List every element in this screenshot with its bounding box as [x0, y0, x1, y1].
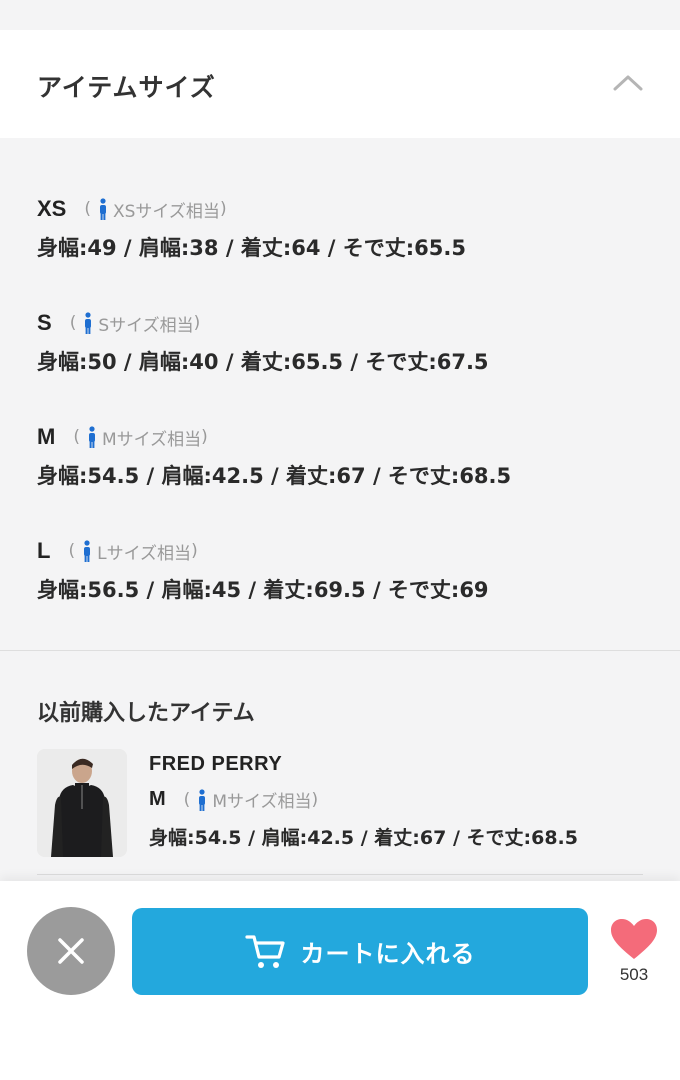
paren-close: ) [201, 427, 208, 447]
size-equivalent: ( Mサイズ相当 ) [178, 787, 318, 812]
favorite-count: 503 [619, 965, 649, 984]
add-to-cart-button[interactable]: カートに入れる [132, 908, 588, 995]
previous-purchase-section: 以前購入したアイテム FRED PERRY M ( Mサイズ相当 ) 身幅:54… [0, 651, 680, 881]
previous-measurements: 身幅:54.5 / 肩幅:42.5 / 着丈:67 / そで丈:68.5 [149, 827, 578, 849]
size-equivalent: ( Lサイズ相当 ) [62, 539, 198, 564]
paren-open: ( [183, 789, 191, 810]
person-icon [88, 426, 95, 448]
person-icon [85, 312, 92, 334]
size-label: S [37, 310, 52, 335]
paren-open: ( [68, 541, 76, 561]
previous-size-row: M ( Mサイズ相当 ) [149, 787, 318, 812]
size-equivalent-text: Lサイズ相当 [97, 543, 192, 564]
size-row-l: L ( Lサイズ相当 ) 身幅:56.5 / 肩幅:45 / 着丈:69.5 /… [37, 536, 489, 604]
list-divider [37, 874, 643, 875]
paren-open: ( [69, 313, 77, 333]
size-label: M [149, 788, 166, 810]
previous-purchase-title: 以前購入したアイテム [37, 701, 255, 726]
paren-close: ) [219, 199, 227, 219]
add-to-cart-label: カートに入れる [300, 940, 476, 968]
size-equivalent-text: Mサイズ相当 [212, 792, 312, 812]
heart-icon [611, 919, 657, 959]
size-measurements: 身幅:50 / 肩幅:40 / 着丈:65.5 / そで丈:67.5 [37, 350, 489, 374]
size-label: L [37, 538, 51, 563]
person-icon [100, 198, 106, 220]
size-measurements: 身幅:56.5 / 肩幅:45 / 着丈:69.5 / そで丈:69 [37, 578, 489, 602]
paren-close: ) [311, 789, 319, 810]
person-icon [84, 540, 91, 562]
favorite-button[interactable]: 503 [606, 917, 662, 985]
size-list: XS ( XSサイズ相当 ) 身幅:49 / 肩幅:38 / 着丈:64 / そ… [0, 138, 680, 650]
section-title: アイテムサイズ [37, 73, 216, 102]
size-equivalent-text: XSサイズ相当 [113, 201, 220, 222]
size-measurements: 身幅:54.5 / 肩幅:42.5 / 着丈:67 / そで丈:68.5 [37, 464, 512, 488]
product-thumbnail-image [37, 749, 127, 857]
paren-close: ) [193, 313, 201, 333]
size-equivalent-text: Mサイズ相当 [101, 429, 202, 450]
product-brand: FRED PERRY [149, 753, 283, 775]
size-row-s: S ( Sサイズ相当 ) 身幅:50 / 肩幅:40 / 着丈:65.5 / そ… [37, 308, 489, 376]
size-equivalent: ( Sサイズ相当 ) [64, 311, 201, 336]
size-measurements: 身幅:49 / 肩幅:38 / 着丈:64 / そで丈:65.5 [37, 236, 466, 260]
chevron-up-icon[interactable] [612, 72, 644, 92]
size-row-xs: XS ( XSサイズ相当 ) 身幅:49 / 肩幅:38 / 着丈:64 / そ… [37, 194, 466, 262]
person-icon [199, 788, 206, 811]
paren-open: ( [73, 427, 80, 447]
close-button[interactable] [27, 907, 115, 995]
size-label: M [37, 424, 56, 449]
paren-close: ) [191, 541, 198, 561]
top-strip [0, 0, 680, 30]
size-equivalent: ( Mサイズ相当 ) [67, 425, 208, 450]
product-thumbnail[interactable] [37, 749, 127, 857]
item-size-header[interactable]: アイテムサイズ [0, 30, 680, 138]
size-equivalent-text: Sサイズ相当 [98, 315, 194, 336]
size-equivalent: ( XSサイズ相当 ) [78, 197, 227, 222]
size-label: XS [37, 196, 67, 221]
size-row-m: M ( Mサイズ相当 ) 身幅:54.5 / 肩幅:42.5 / 着丈:67 /… [37, 422, 511, 490]
bottom-action-bar: カートに入れる 503 [0, 881, 680, 1080]
cart-icon [244, 934, 285, 968]
close-icon [58, 938, 84, 964]
paren-open: ( [84, 199, 91, 219]
